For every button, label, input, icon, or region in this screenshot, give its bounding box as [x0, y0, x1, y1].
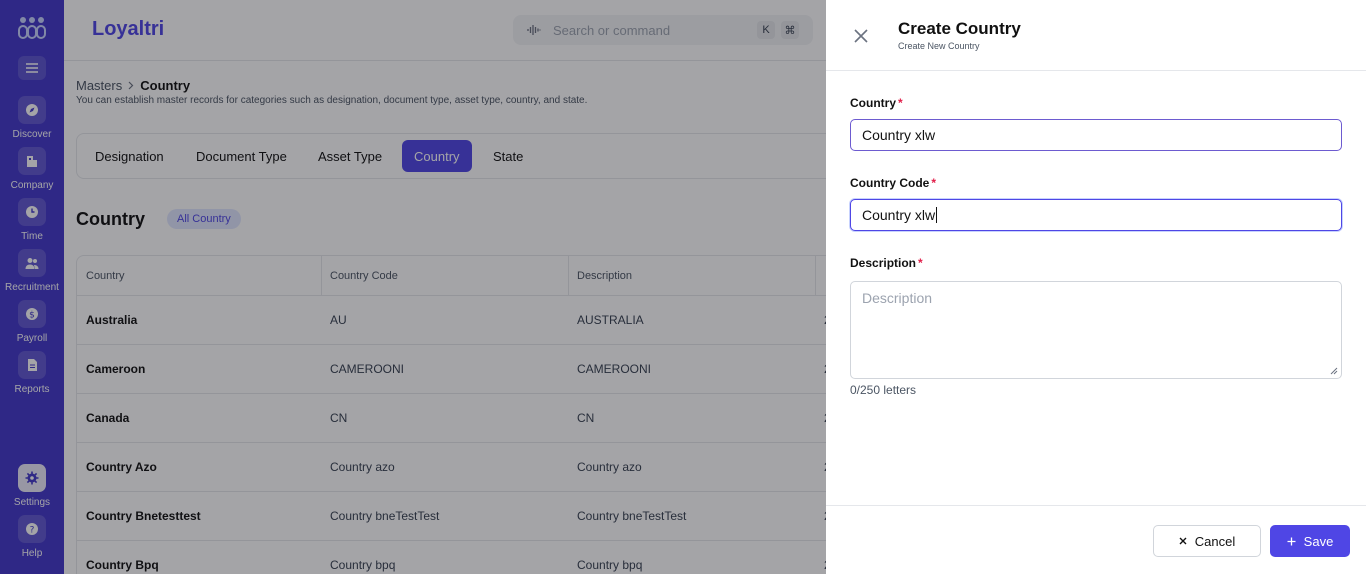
country-code-label: Country Code *: [850, 176, 936, 190]
country-input-value: Country xlw: [862, 127, 936, 143]
text-caret: [936, 207, 938, 223]
country-code-input-value: Country xlw: [862, 207, 936, 223]
save-button-label: Save: [1303, 533, 1334, 549]
drawer-title: Create Country: [898, 19, 1021, 38]
required-marker: *: [918, 256, 923, 270]
close-icon: [1179, 537, 1187, 545]
drawer-footer: Cancel Save: [826, 505, 1366, 574]
country-input[interactable]: Country xlw: [850, 119, 1342, 151]
cancel-button[interactable]: Cancel: [1153, 525, 1261, 557]
description-label-text: Description: [850, 256, 917, 270]
description-label: Description *: [850, 256, 923, 270]
create-country-drawer: Create Country Create New Country Countr…: [826, 0, 1366, 574]
drawer-header: Create Country Create New Country: [826, 0, 1366, 71]
plus-icon: [1287, 537, 1296, 545]
drawer-subtitle: Create New Country: [898, 41, 980, 51]
country-label: Country *: [850, 96, 903, 110]
cancel-button-label: Cancel: [1194, 533, 1236, 549]
resize-handle-icon[interactable]: [1330, 367, 1338, 375]
description-placeholder: Description: [862, 290, 933, 306]
country-code-input[interactable]: Country xlw: [850, 199, 1342, 231]
required-marker: *: [898, 96, 903, 110]
required-marker: *: [931, 176, 937, 190]
save-button[interactable]: Save: [1270, 525, 1350, 557]
character-counter: 0/250 letters: [850, 383, 917, 397]
modal-backdrop[interactable]: [0, 0, 826, 574]
country-label-text: Country: [850, 96, 896, 110]
description-textarea[interactable]: Description: [850, 281, 1342, 379]
close-icon[interactable]: [852, 27, 870, 45]
country-code-label-text: Country Code: [850, 176, 930, 190]
